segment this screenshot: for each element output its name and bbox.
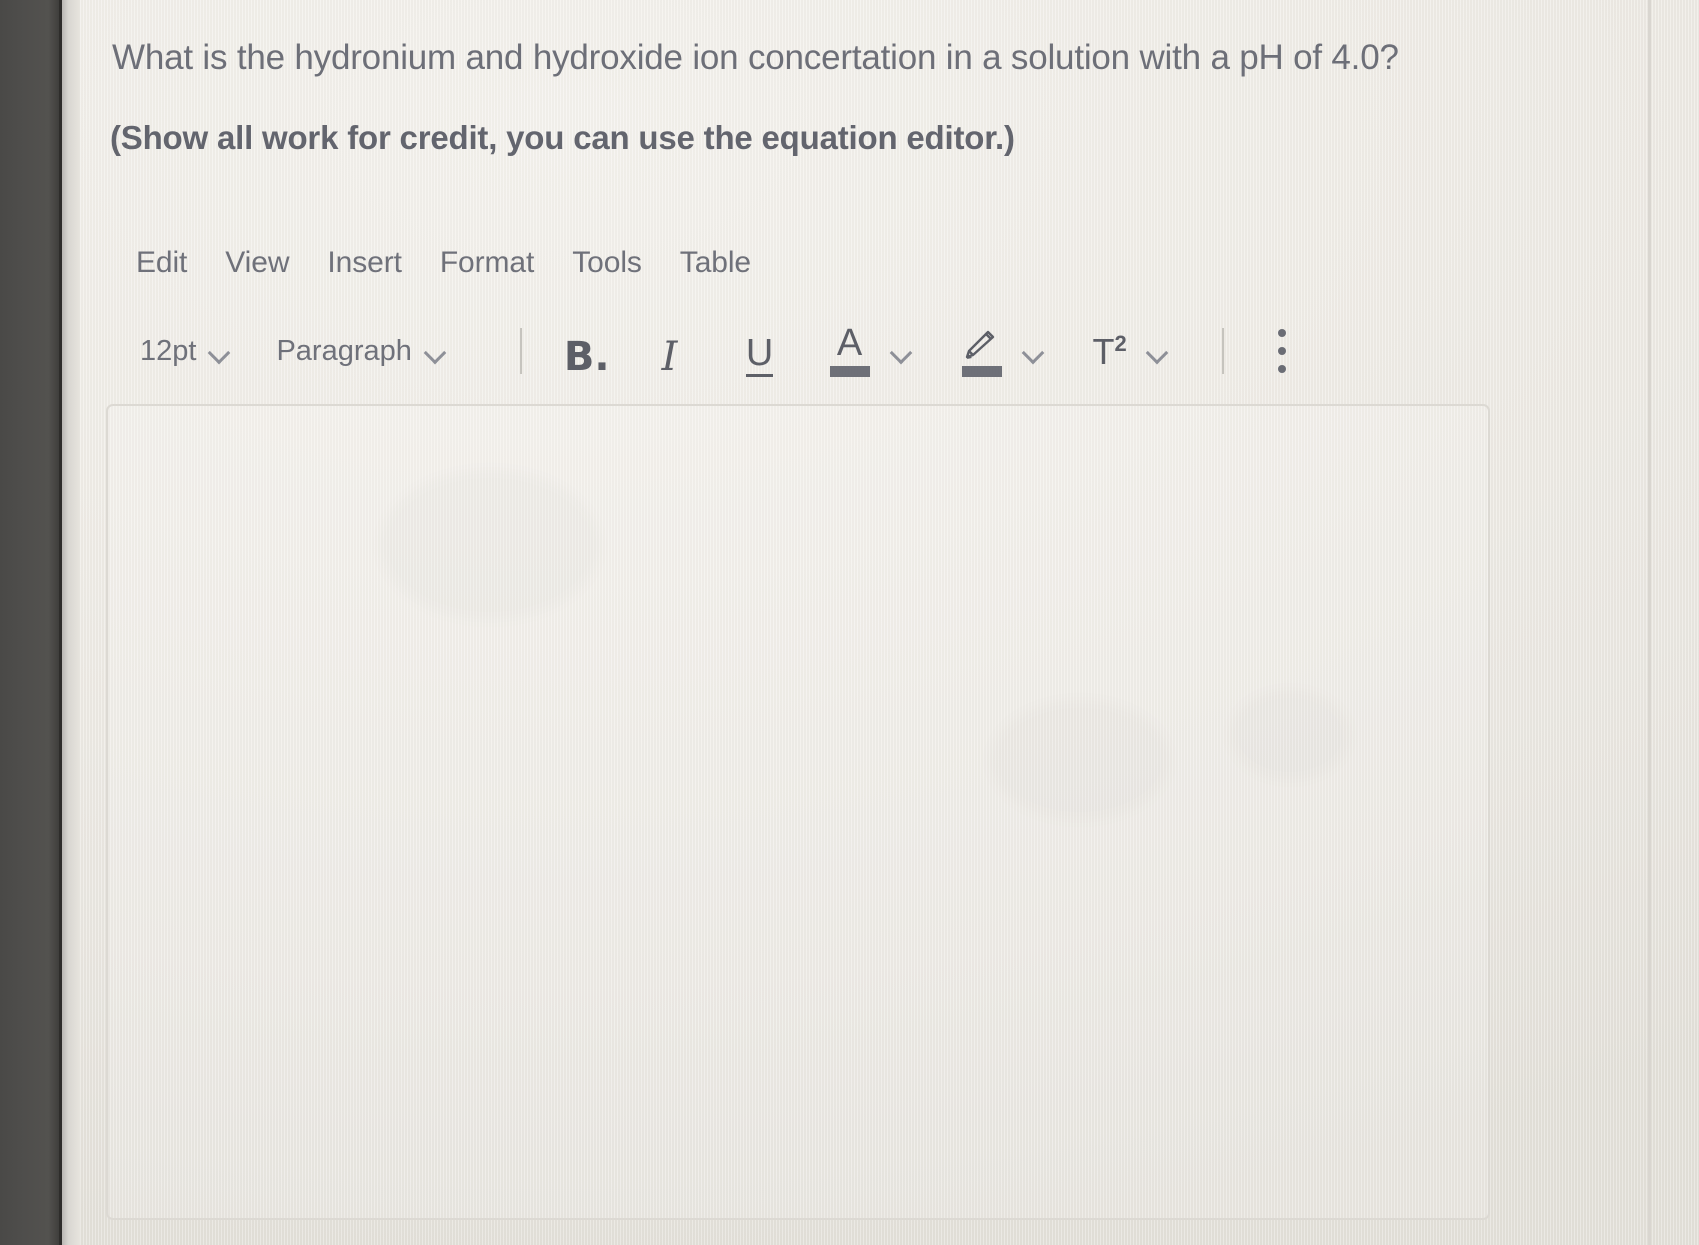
underline-icon: U	[745, 334, 774, 377]
bold-icon: B.	[563, 334, 610, 380]
editor-menubar: Edit View Insert Format Tools Table	[136, 246, 751, 280]
page-content: What is the hydronium and hydroxide ion …	[0, 0, 1699, 1245]
chevron-down-icon	[426, 345, 448, 357]
menu-item-view[interactable]: View	[225, 246, 289, 280]
superscript-icon: T2	[1092, 330, 1127, 372]
highlight-color-dropdown[interactable]	[1018, 325, 1052, 377]
screenshot-photo: What is the hydronium and hydroxide ion …	[0, 0, 1699, 1245]
superscript-exponent: 2	[1114, 330, 1127, 356]
menu-item-edit[interactable]: Edit	[136, 246, 187, 280]
chevron-down-icon	[1024, 345, 1046, 357]
superscript-dropdown[interactable]	[1142, 325, 1176, 377]
editor-toolbar: 12pt Paragraph B. I U A T2	[140, 322, 1286, 380]
superscript-base: T	[1092, 330, 1115, 372]
chevron-down-icon	[1148, 345, 1170, 357]
superscript-button[interactable]: T2	[1088, 325, 1132, 377]
block-format-value: Paragraph	[276, 334, 412, 367]
font-size-select[interactable]: 12pt	[140, 335, 232, 368]
highlighter-icon	[960, 328, 1004, 377]
screen-bezel	[0, 0, 62, 1245]
text-color-button[interactable]: A	[828, 322, 872, 377]
block-format-select[interactable]: Paragraph	[276, 335, 447, 368]
kebab-dot-icon	[1277, 365, 1286, 373]
kebab-dot-icon	[1277, 329, 1286, 337]
text-color-icon: A	[829, 322, 870, 377]
screen-right-seam	[1648, 0, 1651, 1245]
italic-icon: I	[661, 334, 678, 380]
font-size-value: 12pt	[140, 334, 197, 367]
more-options-button[interactable]	[1277, 329, 1286, 373]
text-color-swatch	[829, 366, 870, 377]
toolbar-divider	[519, 328, 522, 374]
menu-item-format[interactable]: Format	[440, 246, 535, 280]
chevron-down-icon	[892, 345, 914, 357]
toolbar-divider	[1221, 328, 1224, 374]
answer-editor-body[interactable]	[106, 404, 1490, 1220]
kebab-dot-icon	[1277, 347, 1286, 355]
italic-button[interactable]: I	[648, 325, 692, 377]
underline-button[interactable]: U	[738, 325, 782, 377]
bold-button[interactable]: B.	[564, 325, 610, 377]
question-line-2: (Show all work for credit, you can use t…	[110, 119, 1015, 156]
menu-item-insert[interactable]: Insert	[327, 246, 402, 280]
menu-item-table[interactable]: Table	[680, 246, 751, 280]
question-line-1: What is the hydronium and hydroxide ion …	[112, 38, 1399, 77]
chevron-down-icon	[210, 345, 232, 357]
screen-bezel-seam	[62, 0, 80, 1245]
highlight-color-swatch	[961, 366, 1002, 377]
menu-item-tools[interactable]: Tools	[572, 246, 642, 280]
highlight-color-button[interactable]	[960, 325, 1004, 377]
text-color-dropdown[interactable]	[886, 325, 920, 377]
text-color-letter: A	[836, 322, 863, 364]
